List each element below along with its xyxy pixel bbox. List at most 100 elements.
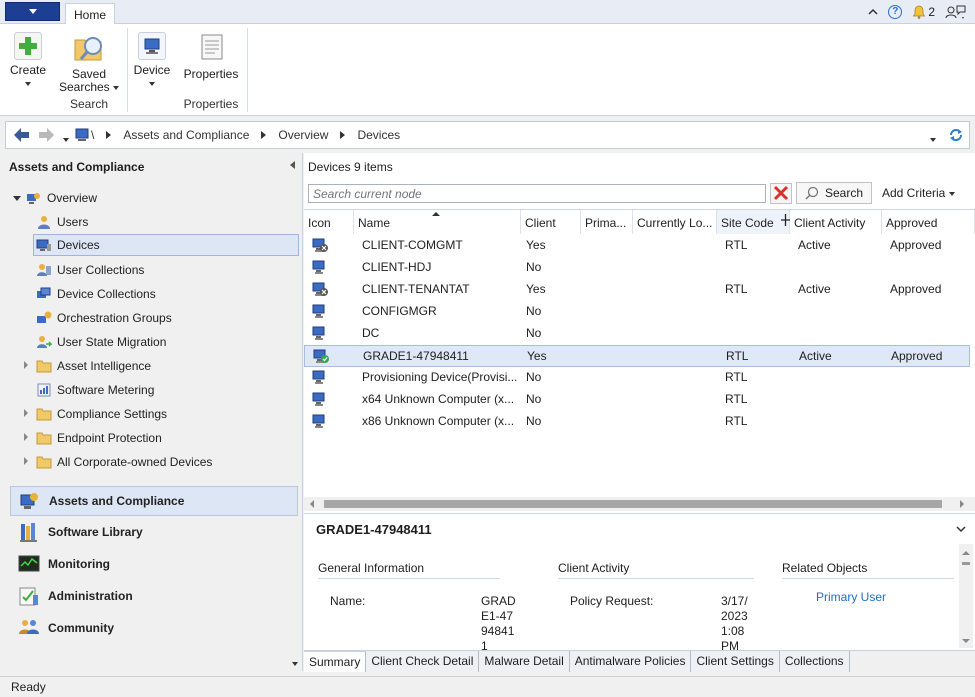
- dropdown-caret-icon: [930, 137, 936, 142]
- cell-client: Yes: [526, 282, 546, 296]
- table-row[interactable]: CLIENT-TENANTAT Yes RTL Active Approved: [304, 279, 970, 301]
- tree-item-device-collections[interactable]: Device Collections: [36, 283, 156, 305]
- column-header-primary[interactable]: Prima...: [581, 210, 633, 234]
- chevron-down-icon[interactable]: [956, 526, 966, 533]
- tree-item-devices[interactable]: Devices: [33, 234, 299, 256]
- column-header-icon[interactable]: Icon: [304, 210, 354, 234]
- tab-antimalware-policies[interactable]: Antimalware Policies: [569, 651, 692, 672]
- dropdown-caret-icon: [113, 85, 120, 90]
- workspace-label: Assets and Compliance: [49, 494, 185, 508]
- tree-item-compliance-settings[interactable]: Compliance Settings: [36, 403, 167, 425]
- chevron-right-icon[interactable]: [261, 131, 267, 139]
- workspace-community[interactable]: Community: [10, 613, 298, 643]
- tab-client-check-detail[interactable]: Client Check Detail: [366, 651, 480, 672]
- breadcrumb-assets-and-compliance[interactable]: Assets and Compliance: [123, 128, 249, 142]
- properties-button[interactable]: Properties: [180, 32, 242, 81]
- general-information-header: General Information: [318, 561, 500, 579]
- expand-asset-intelligence-icon[interactable]: [24, 361, 28, 369]
- tree-item-user-collections[interactable]: User Collections: [36, 259, 144, 281]
- device-button[interactable]: Device: [132, 32, 172, 90]
- table-row[interactable]: CONFIGMGR No: [304, 301, 970, 323]
- client-activity-header: Client Activity: [558, 561, 754, 579]
- expand-endpoint-protection-icon[interactable]: [24, 433, 28, 441]
- tree-item-users[interactable]: Users: [36, 211, 88, 233]
- column-header-site-code[interactable]: Site Code: [717, 210, 790, 234]
- expand-compliance-settings-icon[interactable]: [24, 409, 28, 417]
- scroll-right-icon[interactable]: [959, 500, 965, 508]
- tab-summary[interactable]: Summary: [304, 651, 367, 672]
- policy-request-line: 2023: [721, 609, 748, 623]
- content-pane: Devices 9 items Search Add Criteria Icon…: [304, 153, 975, 672]
- tree-item-endpoint-protection[interactable]: Endpoint Protection: [36, 427, 162, 449]
- breadcrumb-overview[interactable]: Overview: [278, 128, 328, 142]
- device-icon: [312, 326, 325, 340]
- tree-item-overview[interactable]: Overview: [26, 187, 97, 209]
- software-metering-icon: [37, 383, 51, 397]
- cell-site: RTL: [725, 282, 748, 296]
- clear-search-button[interactable]: [770, 183, 792, 204]
- collapse-overview-icon[interactable]: [13, 196, 21, 201]
- vertical-scroll-thumb[interactable]: [962, 562, 970, 565]
- history-dropdown[interactable]: [63, 132, 69, 146]
- tree-item-all-corporate-owned-devices[interactable]: All Corporate-owned Devices: [36, 451, 212, 473]
- application-menu-button[interactable]: [5, 2, 60, 21]
- address-dropdown[interactable]: [930, 132, 936, 146]
- table-row[interactable]: GRADE1-47948411 Yes RTL Active Approved: [304, 345, 970, 367]
- workspace-assets-and-compliance[interactable]: Assets and Compliance: [10, 486, 298, 516]
- horizontal-scrollbar[interactable]: [304, 497, 975, 511]
- tree-item-user-state-migration[interactable]: User State Migration: [36, 331, 166, 353]
- forward-button[interactable]: [36, 125, 58, 145]
- scroll-left-icon[interactable]: [309, 500, 315, 508]
- tab-home[interactable]: Home: [65, 3, 115, 25]
- table-row[interactable]: x86 Unknown Computer (x... No RTL: [304, 411, 970, 433]
- saved-searches-button[interactable]: Saved Searches: [58, 32, 120, 94]
- column-header-client-activity[interactable]: Client Activity: [790, 210, 882, 234]
- tree-item-orchestration-groups[interactable]: Orchestration Groups: [36, 307, 172, 329]
- details-pane: GRADE1-47948411 General Information Name…: [304, 513, 975, 672]
- chevron-right-icon[interactable]: [106, 131, 112, 139]
- back-button[interactable]: [10, 125, 32, 145]
- scroll-down-icon[interactable]: [962, 638, 970, 644]
- search-button[interactable]: Search: [796, 182, 872, 204]
- tree-item-asset-intelligence[interactable]: Asset Intelligence: [36, 355, 151, 377]
- feedback-icon[interactable]: [945, 4, 967, 20]
- tab-collections[interactable]: Collections: [779, 651, 850, 672]
- search-input[interactable]: [308, 184, 766, 203]
- breadcrumb: \ Assets and Compliance Overview Devices: [91, 122, 400, 148]
- refresh-icon[interactable]: [948, 127, 964, 143]
- tree-item-software-metering[interactable]: Software Metering: [36, 379, 154, 401]
- search-group-label: Search: [69, 97, 109, 111]
- horizontal-scroll-thumb[interactable]: [324, 500, 942, 508]
- collapse-pane-icon[interactable]: [290, 161, 295, 169]
- column-header-client[interactable]: Client: [521, 210, 581, 234]
- help-icon[interactable]: ?: [888, 5, 903, 19]
- table-row[interactable]: x64 Unknown Computer (x... No RTL: [304, 389, 970, 411]
- expand-all-corporate-owned-devices-icon[interactable]: [24, 457, 28, 465]
- workspace-software-library[interactable]: Software Library: [10, 517, 298, 547]
- chevron-right-icon[interactable]: [340, 131, 346, 139]
- breadcrumb-root[interactable]: \: [91, 128, 94, 142]
- details-vertical-scrollbar[interactable]: [959, 544, 973, 648]
- column-header-currently-logged-on[interactable]: Currently Lo...: [633, 210, 717, 234]
- device-icon: [312, 260, 325, 274]
- column-header-approved[interactable]: Approved: [882, 210, 975, 234]
- primary-user-link[interactable]: Primary User: [816, 590, 886, 605]
- tab-client-settings[interactable]: Client Settings: [691, 651, 780, 672]
- configure-buttons-icon[interactable]: [292, 656, 298, 670]
- user-state-migration-icon: [37, 336, 52, 348]
- workspace-administration[interactable]: Administration: [10, 581, 298, 611]
- breadcrumb-devices[interactable]: Devices: [357, 128, 400, 142]
- notifications-button[interactable]: 2: [912, 5, 935, 19]
- create-button[interactable]: Create: [6, 32, 50, 90]
- table-row[interactable]: CLIENT-HDJ No: [304, 257, 970, 279]
- add-criteria-button[interactable]: Add Criteria: [882, 186, 955, 200]
- table-row[interactable]: DC No: [304, 323, 970, 345]
- column-resize-cursor-icon: [781, 214, 790, 226]
- tab-malware-detail[interactable]: Malware Detail: [479, 651, 570, 672]
- table-row[interactable]: CLIENT-COMGMT Yes RTL Active Approved: [304, 235, 970, 257]
- minimize-ribbon-icon[interactable]: [868, 8, 878, 16]
- workspace-monitoring[interactable]: Monitoring: [10, 549, 298, 579]
- table-row[interactable]: Provisioning Device(Provisi... No RTL: [304, 367, 970, 389]
- search-button-label: Search: [824, 186, 864, 200]
- scroll-up-icon[interactable]: [962, 550, 970, 556]
